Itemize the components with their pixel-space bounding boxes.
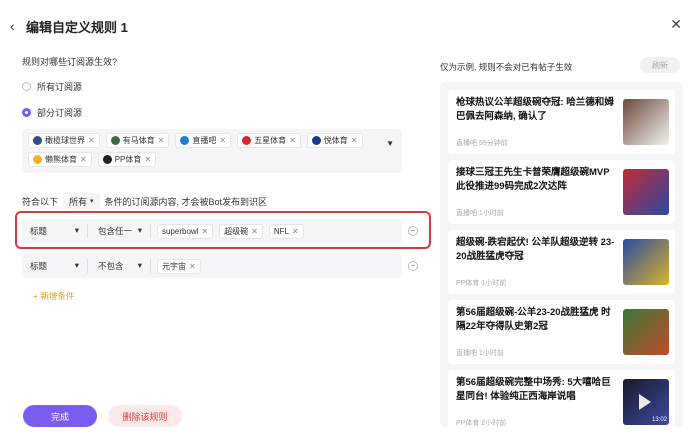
close-icon[interactable]: ✕	[670, 16, 682, 33]
rule-operator-select[interactable]: 不包含 ▾	[88, 260, 150, 272]
preview-card-source: PP体育	[456, 420, 480, 427]
condition-prefix: 符合以下	[22, 196, 59, 207]
source-chip-label: 五星体育	[254, 136, 287, 145]
rule-row: 标题 ▾ 不包含 ▾ 元宇宙 ✕	[22, 254, 402, 278]
condition-mode-value: 所有	[69, 196, 88, 207]
condition-line: 符合以下 所有 ▾ 条件的订阅源内容, 才会被Bot发布到识区	[22, 193, 267, 209]
back-icon[interactable]: ‹	[10, 18, 20, 34]
preview-card[interactable]: 接球三冠王先生卡普荣膺超级碗MVP 此役推进99码完成2次达阵直播吧 1小时前	[448, 160, 675, 224]
preview-card[interactable]: 第56届超级碗完整中场秀: 5大嘻哈巨星同台! 体验纯正西海岸说唱 PP体育 2小…	[448, 370, 675, 427]
preview-card-meta: 直播吧 59分钟前	[456, 138, 508, 148]
source-chip-label: 懒熊体育	[45, 155, 77, 164]
remove-icon[interactable]: ✕	[80, 155, 87, 164]
rule-operator-value: 不包含	[98, 261, 124, 271]
source-logo-icon	[242, 136, 252, 145]
source-logo-icon	[180, 136, 190, 145]
preview-card[interactable]: 超级碗-跌宕起伏! 公羊队超级逆转 23-20战胜猛虎夺冠 PP体育 1小时前	[448, 230, 675, 294]
source-logo-icon	[102, 155, 112, 164]
source-logo-icon	[33, 136, 42, 145]
preview-card-source: PP体育	[456, 280, 480, 287]
source-select[interactable]: 橄榄球世界 ✕ 有马体育 ✕ 直播吧 ✕ 五星体育 ✕ 悦体育 ✕ 懒熊体育 ✕ PP体育 ✕ ▼	[22, 129, 402, 173]
source-chip-label: 悦体育	[323, 136, 348, 145]
preview-card-time: 1小时前	[478, 210, 504, 217]
source-chip-label: PP体育	[114, 155, 142, 164]
preview-card-title: 第56届超级碗完整中场秀: 5大嘻哈巨星同台! 体验纯正西海岸说唱	[456, 377, 611, 402]
thumbnail-image	[623, 309, 669, 355]
highlight-box	[15, 211, 431, 249]
rule-value-tag: 元宇宙 ✕	[157, 258, 201, 274]
preview-card-meta: 直播吧 1小时前	[456, 348, 504, 358]
source-chip: 橄榄球世界 ✕	[28, 133, 100, 148]
source-chip: 有马体育 ✕	[105, 133, 170, 148]
chevron-down-icon: ▾	[137, 260, 142, 270]
thumbnail-image	[623, 169, 669, 215]
preview-panel: 枪球热议公羊超级碗夺冠: 哈兰德和姆巴佩去阿森纳, 确认了直播吧 59分钟前接球…	[440, 82, 683, 427]
refresh-button[interactable]: 刷新	[640, 57, 680, 73]
preview-card-time: 59分钟前	[478, 140, 508, 147]
preview-card-source: 直播吧	[456, 210, 477, 217]
remove-icon[interactable]: ✕	[351, 136, 358, 145]
preview-card-meta: PP体育 2小时前	[456, 418, 506, 427]
rule-field-value: 标题	[30, 261, 48, 271]
preview-card-time: 2小时前	[481, 420, 507, 427]
rule-field-select[interactable]: 标题 ▾	[22, 260, 87, 272]
radio-checked-icon[interactable]	[22, 107, 31, 117]
source-chip: 悦体育 ✕	[306, 133, 363, 148]
preview-card-source: 直播吧	[456, 350, 477, 357]
chevron-down-icon: ▾	[74, 260, 79, 270]
preview-card-title: 枪球热议公羊超级碗夺冠: 哈兰德和姆巴佩去阿森纳, 确认了	[456, 97, 614, 122]
source-logo-icon	[311, 136, 321, 145]
header: ‹ 编辑自定义规则 1	[10, 17, 128, 35]
radio-all-sources[interactable]: 所有订阅源	[22, 78, 432, 94]
preview-card-meta: PP体育 1小时前	[456, 278, 506, 288]
preview-card-time: 1小时前	[481, 280, 507, 287]
source-logo-icon	[33, 155, 42, 164]
radio-label: 所有订阅源	[37, 81, 83, 92]
play-icon[interactable]	[639, 394, 651, 410]
source-logo-icon	[110, 136, 120, 145]
chevron-down-icon: ▾	[90, 198, 94, 205]
preview-note: 仅为示例, 规则不会对已有帖子生效	[440, 62, 573, 72]
source-chip-label: 橄榄球世界	[45, 136, 85, 145]
source-chip: 直播吧 ✕	[175, 133, 232, 148]
chevron-down-icon[interactable]: ▼	[386, 139, 394, 148]
thumbnail-image	[623, 239, 669, 285]
preview-card-source: 直播吧	[456, 140, 477, 147]
thumbnail-image: 13:02	[623, 379, 669, 425]
add-condition-button[interactable]: + 新增条件	[33, 290, 74, 302]
thumbnail-image	[623, 99, 669, 145]
radio-label: 部分订阅源	[37, 107, 83, 118]
preview-card-time: 1小时前	[478, 350, 504, 357]
condition-mode-select[interactable]: 所有 ▾	[63, 193, 100, 209]
scope-section: 规则对哪些订阅源生效? 所有订阅源 部分订阅源	[22, 55, 432, 120]
source-chip-label: 有马体育	[122, 136, 155, 145]
remove-icon[interactable]: ✕	[289, 136, 296, 145]
preview-card-title: 第56届超级碗-公羊23-20战胜猛虎 时隔22年夺得队史第2冠	[456, 307, 611, 332]
source-chip: 五星体育 ✕	[237, 133, 301, 148]
preview-card[interactable]: 第56届超级碗-公羊23-20战胜猛虎 时隔22年夺得队史第2冠直播吧 1小时前	[448, 300, 675, 364]
remove-rule-icon[interactable]: −	[408, 261, 418, 271]
remove-icon[interactable]: ✕	[88, 136, 95, 145]
delete-rule-button[interactable]: 删除该规则	[108, 405, 182, 427]
page-title: 编辑自定义规则 1	[26, 19, 128, 35]
preview-card-meta: 直播吧 1小时前	[456, 208, 504, 218]
video-duration: 13:02	[651, 417, 667, 423]
preview-card[interactable]: 枪球热议公羊超级碗夺冠: 哈兰德和姆巴佩去阿森纳, 确认了直播吧 59分钟前	[448, 90, 675, 154]
radio-icon[interactable]	[22, 81, 31, 91]
preview-card-title: 超级碗-跌宕起伏! 公羊队超级逆转 23-20战胜猛虎夺冠	[456, 237, 615, 262]
rule-values[interactable]: 元宇宙 ✕	[151, 258, 201, 274]
source-chip: PP体育 ✕	[97, 152, 157, 167]
preview-card-title: 接球三冠王先生卡普荣膺超级碗MVP 此役推进99码完成2次达阵	[456, 167, 610, 192]
done-button[interactable]: 完成	[23, 405, 97, 427]
scope-question: 规则对哪些订阅源生效?	[22, 57, 118, 67]
remove-icon[interactable]: ✕	[189, 262, 196, 271]
source-chip-label: 直播吧	[192, 136, 217, 145]
source-chip: 懒熊体育 ✕	[28, 152, 92, 167]
tag-label: 元宇宙	[162, 261, 186, 271]
remove-icon[interactable]: ✕	[219, 136, 226, 145]
remove-icon[interactable]: ✕	[158, 136, 165, 145]
condition-suffix: 条件的订阅源内容, 才会被Bot发布到识区	[104, 196, 268, 207]
radio-some-sources[interactable]: 部分订阅源	[22, 104, 432, 120]
remove-icon[interactable]: ✕	[144, 155, 151, 164]
